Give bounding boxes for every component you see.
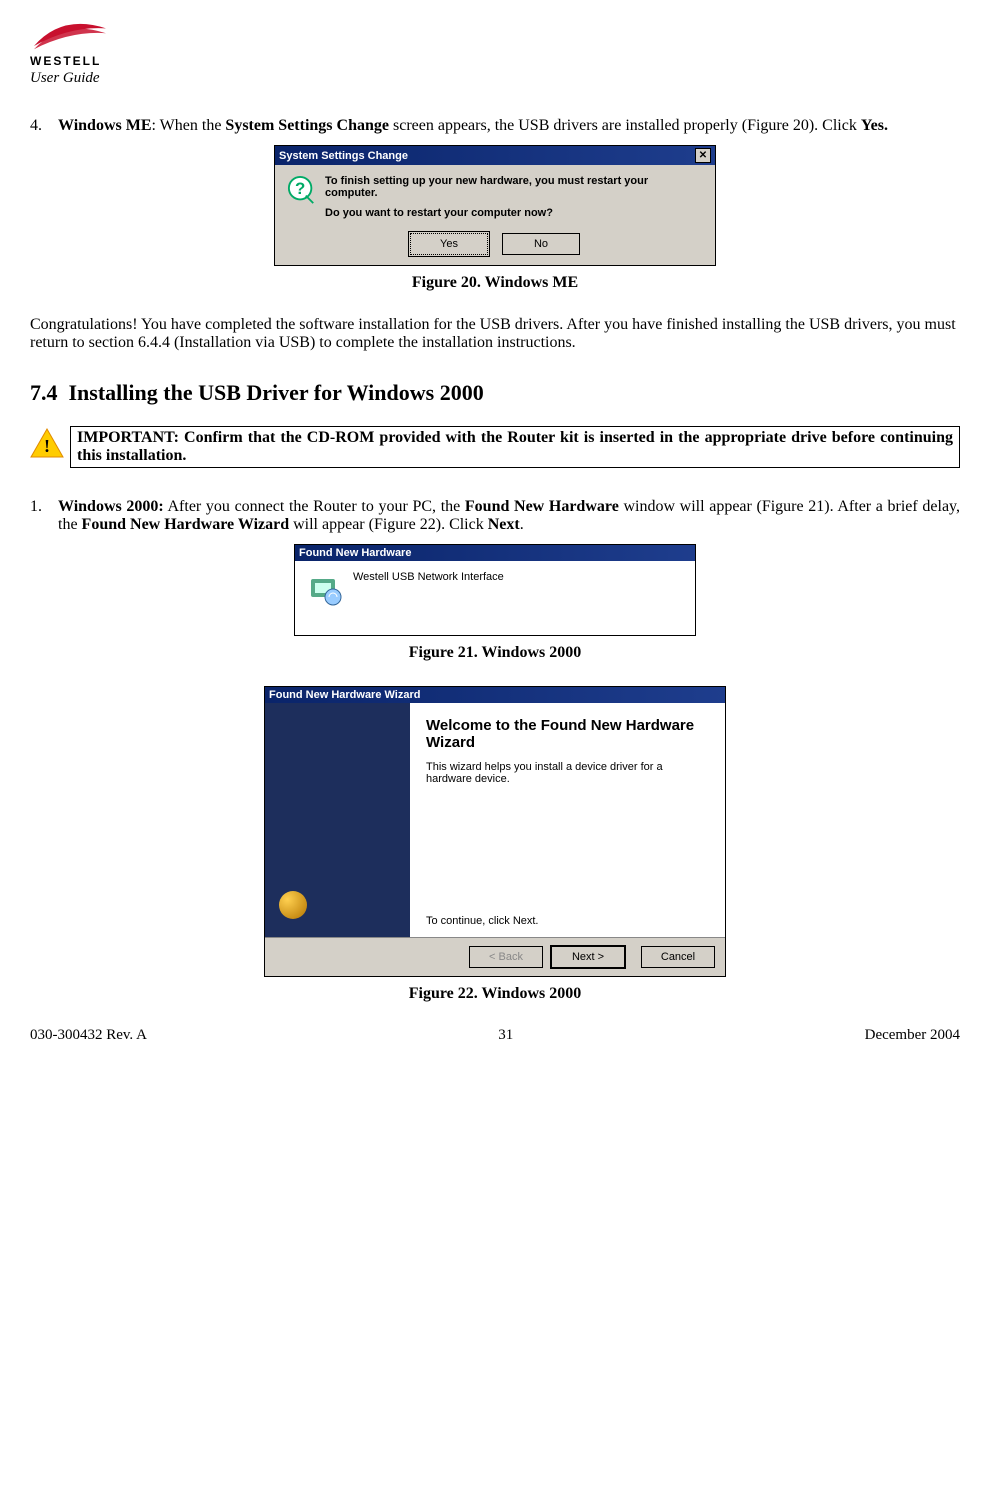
svg-text:!: ! <box>44 436 50 456</box>
back-button: < Back <box>469 946 543 968</box>
svg-text:?: ? <box>295 179 305 198</box>
footer-left: 030-300432 Rev. A <box>30 1027 147 1044</box>
footer-page-number: 31 <box>498 1027 513 1044</box>
step-number: 1. <box>30 498 58 534</box>
hardware-icon <box>307 571 343 607</box>
dialog-titlebar: Found New Hardware <box>295 545 695 561</box>
warning-icon: ! <box>30 428 64 458</box>
brand-logo: WESTELL User Guide <box>30 20 110 87</box>
doc-subtitle: User Guide <box>30 70 100 87</box>
figure-21-caption: Figure 21. Windows 2000 <box>30 644 960 662</box>
dialog-titlebar: System Settings Change ✕ <box>275 146 715 165</box>
section-heading: 7.4 Installing the USB Driver for Window… <box>30 380 960 406</box>
page-footer: 030-300432 Rev. A 31 December 2004 <box>30 1027 960 1044</box>
next-button[interactable]: Next > <box>551 946 625 968</box>
dialog-text-line2: Do you want to restart your computer now… <box>325 207 703 219</box>
device-name: Westell USB Network Interface <box>353 571 504 583</box>
wizard-body-text: This wizard helps you install a device d… <box>426 761 709 785</box>
dialog-text-line1: To finish setting up your new hardware, … <box>325 175 703 199</box>
dialog-title: System Settings Change <box>279 150 408 162</box>
step-text: Windows 2000: After you connect the Rout… <box>58 498 960 534</box>
system-settings-dialog: System Settings Change ✕ ? To finish set… <box>274 145 716 266</box>
found-new-hardware-dialog: Found New Hardware Westell USB Network I… <box>294 544 696 636</box>
dialog-title: Found New Hardware <box>299 547 411 559</box>
logo-swoosh-icon <box>30 20 110 56</box>
congrats-paragraph: Congratulations! You have completed the … <box>30 316 960 352</box>
page-header: WESTELL User Guide <box>30 20 960 87</box>
important-text: IMPORTANT: Confirm that the CD-ROM provi… <box>70 426 960 468</box>
brand-name: WESTELL <box>30 54 101 68</box>
cancel-button[interactable]: Cancel <box>641 946 715 968</box>
wizard-continue-text: To continue, click Next. <box>426 915 709 927</box>
wizard-heading: Welcome to the Found New Hardware Wizard <box>426 717 709 751</box>
step-number: 4. <box>30 117 58 135</box>
step-4: 4. Windows ME: When the System Settings … <box>30 117 960 135</box>
yes-button[interactable]: Yes <box>410 233 488 255</box>
important-warning: ! IMPORTANT: Confirm that the CD-ROM pro… <box>30 426 960 468</box>
footer-right: December 2004 <box>865 1027 960 1044</box>
no-button[interactable]: No <box>502 233 580 255</box>
hardware-wizard-dialog: Found New Hardware Wizard Welcome to the… <box>264 686 726 977</box>
step-1: 1. Windows 2000: After you connect the R… <box>30 498 960 534</box>
wizard-sidebar-image <box>265 703 410 937</box>
figure-22-caption: Figure 22. Windows 2000 <box>30 985 960 1003</box>
question-icon: ? <box>287 175 317 205</box>
close-icon[interactable]: ✕ <box>695 148 711 163</box>
dialog-titlebar: Found New Hardware Wizard <box>265 687 725 703</box>
figure-20-caption: Figure 20. Windows ME <box>30 274 960 292</box>
dialog-title: Found New Hardware Wizard <box>269 689 420 701</box>
step-text: Windows ME: When the System Settings Cha… <box>58 117 960 135</box>
